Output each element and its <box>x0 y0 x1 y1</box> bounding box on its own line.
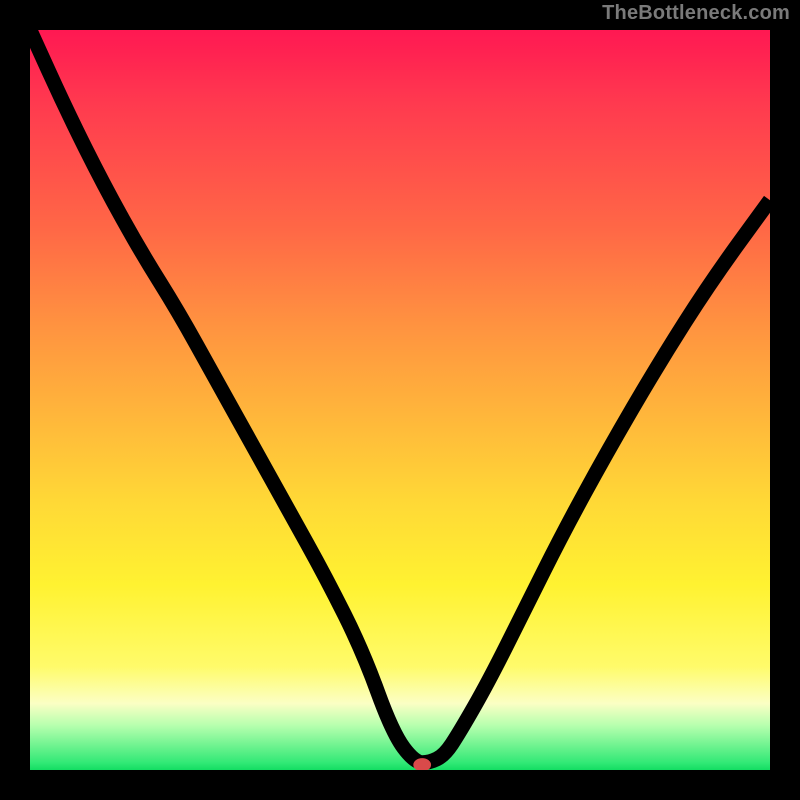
chart-frame: TheBottleneck.com <box>0 0 800 800</box>
gradient-plot-area <box>30 30 770 770</box>
watermark-text: TheBottleneck.com <box>602 2 790 25</box>
